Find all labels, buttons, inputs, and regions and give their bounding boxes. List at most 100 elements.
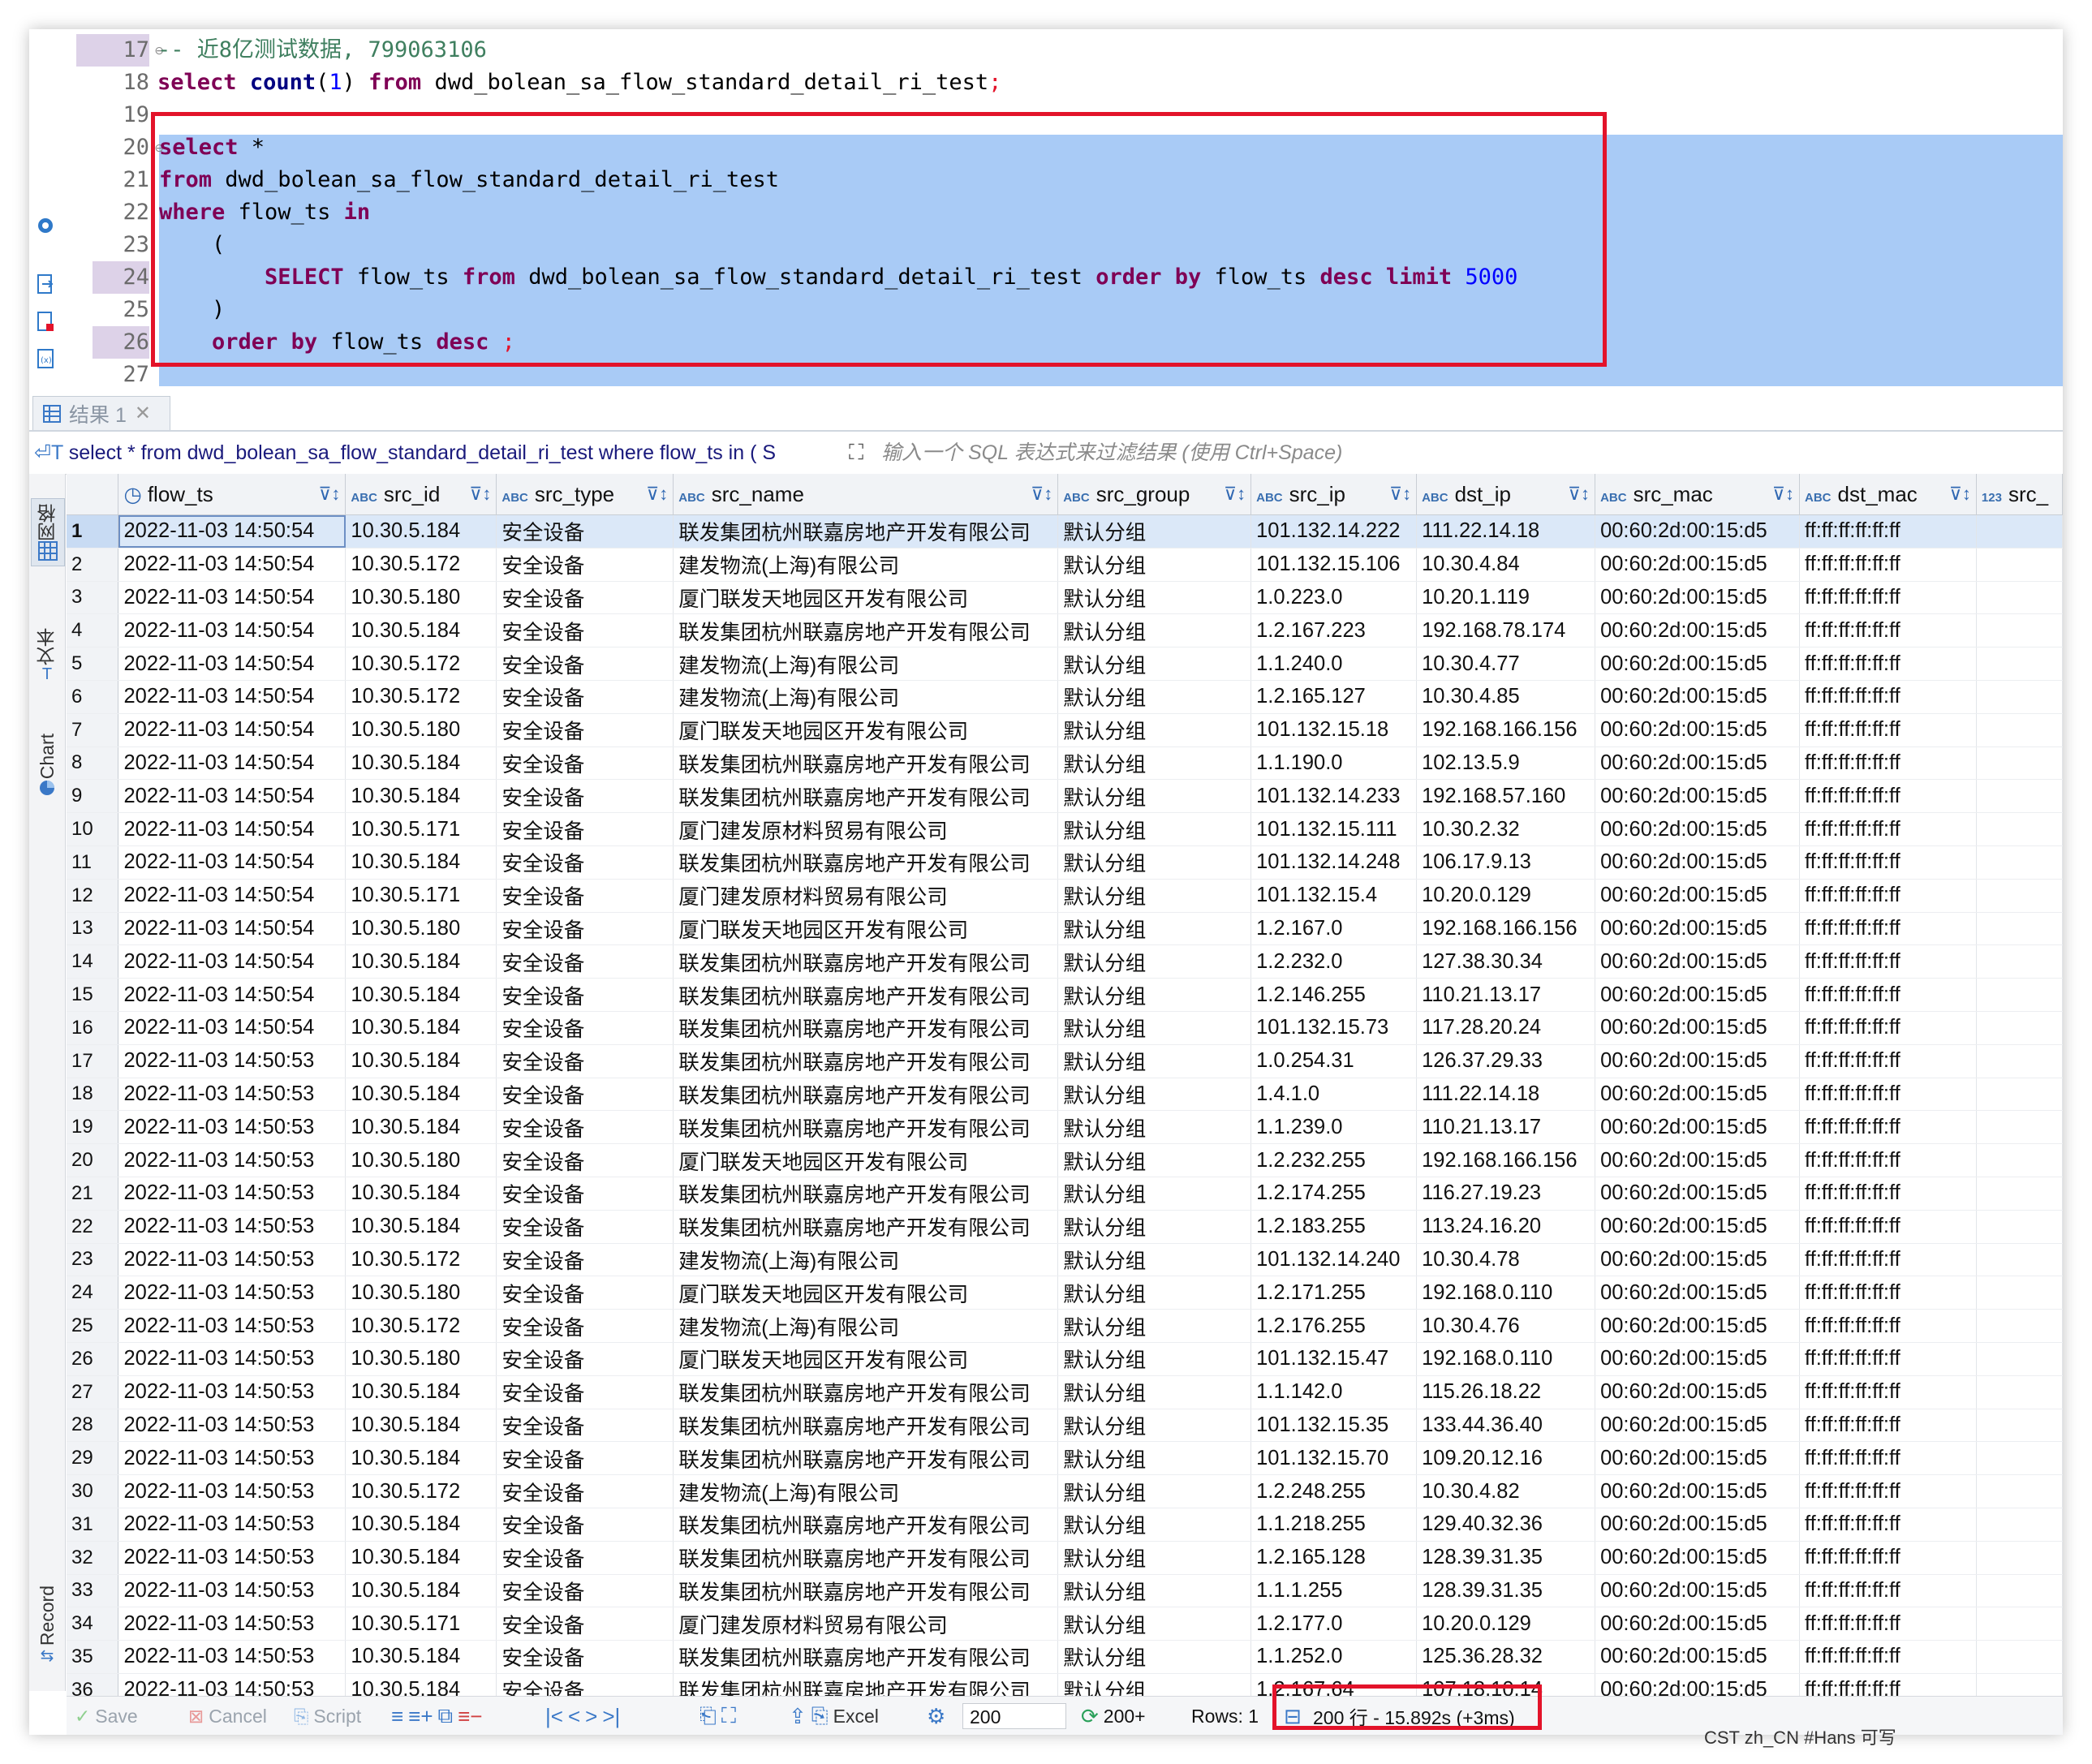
table-cell[interactable]: 10.30.5.184 [345, 1375, 497, 1409]
table-cell[interactable]: 10.30.5.172 [345, 680, 497, 714]
table-cell[interactable]: 安全设备 [496, 912, 674, 946]
table-cell[interactable]: 1.2.248.255 [1250, 1474, 1418, 1508]
table-cell[interactable]: 联发集团杭州联嘉房地产开发有限公司 [673, 746, 1059, 781]
filter-sort-icon[interactable]: ⊽↕ [1224, 484, 1246, 505]
table-row[interactable]: 27 2022-11-03 14:50:53 10.30.5.184 安全设备 联发集团… [67, 1375, 2063, 1409]
row-number[interactable]: 22 [67, 1210, 119, 1244]
row-number[interactable]: 24 [67, 1276, 119, 1310]
table-cell[interactable] [1976, 613, 2063, 648]
tab-grid[interactable]: 网格 [31, 498, 65, 566]
table-cell[interactable]: 10.30.5.184 [345, 978, 497, 1012]
table-row[interactable]: 11 2022-11-03 14:50:54 10.30.5.184 安全设备 联发集团… [67, 845, 2063, 880]
table-row[interactable]: 32 2022-11-03 14:50:53 10.30.5.184 安全设备 联发集团… [67, 1541, 2063, 1575]
tab-text[interactable]: 文本 T [31, 628, 63, 684]
table-cell[interactable]: 00:60:2d:00:15:d5 [1595, 1143, 1801, 1177]
table-cell[interactable]: 2022-11-03 14:50:54 [118, 845, 347, 880]
table-cell[interactable]: 10.30.5.172 [345, 647, 497, 681]
row-number[interactable]: 10 [67, 812, 119, 846]
table-cell[interactable]: 00:60:2d:00:15:d5 [1595, 879, 1801, 913]
column-header-dst_ip[interactable]: ABC dst_ip ⊽↕ [1416, 474, 1596, 515]
row-number[interactable]: 16 [67, 1011, 119, 1045]
table-cell[interactable]: 默认分组 [1057, 1508, 1252, 1542]
table-cell[interactable]: 1.1.1.255 [1250, 1574, 1418, 1608]
row-number[interactable]: 1 [67, 514, 119, 549]
column-header-src_group[interactable]: ABC src_group ⊽↕ [1057, 474, 1252, 515]
table-cell[interactable]: 00:60:2d:00:15:d5 [1595, 1574, 1801, 1608]
table-cell[interactable]: 10.30.5.184 [345, 1508, 497, 1542]
table-cell[interactable]: ff:ff:ff:ff:ff:ff [1799, 1574, 1977, 1608]
table-cell[interactable]: 10.30.5.184 [345, 613, 497, 648]
table-cell[interactable]: ff:ff:ff:ff:ff:ff [1799, 1375, 1977, 1409]
table-cell[interactable]: 10.30.5.184 [345, 1441, 497, 1476]
table-cell[interactable]: 129.40.32.36 [1416, 1508, 1596, 1542]
filter-input[interactable]: 输入一个 SQL 表达式来过滤结果 (使用 Ctrl+Space) [881, 432, 1342, 474]
table-cell[interactable]: 00:60:2d:00:15:d5 [1595, 1177, 1801, 1211]
table-cell[interactable]: 00:60:2d:00:15:d5 [1595, 613, 1801, 648]
table-cell[interactable]: 1.2.174.255 [1250, 1177, 1418, 1211]
table-cell[interactable]: 127.38.30.34 [1416, 944, 1596, 979]
table-cell[interactable]: 101.132.14.248 [1250, 845, 1418, 880]
table-cell[interactable]: 00:60:2d:00:15:d5 [1595, 647, 1801, 681]
table-cell[interactable]: ff:ff:ff:ff:ff:ff [1799, 1508, 1977, 1542]
table-cell[interactable]: 2022-11-03 14:50:54 [118, 581, 347, 615]
link-icon[interactable]: ⎗ [699, 1703, 717, 1729]
table-cell[interactable]: ff:ff:ff:ff:ff:ff [1799, 1044, 1977, 1078]
table-cell[interactable] [1976, 1110, 2063, 1145]
row-number[interactable]: 6 [67, 680, 119, 714]
table-cell[interactable]: 默认分组 [1057, 746, 1252, 781]
table-cell[interactable]: 1.1.239.0 [1250, 1110, 1418, 1145]
table-cell[interactable]: 2022-11-03 14:50:53 [118, 1210, 347, 1244]
table-cell[interactable]: 联发集团杭州联嘉房地产开发有限公司 [673, 1574, 1059, 1608]
table-cell[interactable]: 00:60:2d:00:15:d5 [1595, 1011, 1801, 1045]
table-cell[interactable] [1976, 1078, 2063, 1112]
table-cell[interactable]: 安全设备 [496, 548, 674, 582]
table-row[interactable]: 19 2022-11-03 14:50:53 10.30.5.184 安全设备 联发集团… [67, 1110, 2063, 1145]
row-number[interactable]: 34 [67, 1607, 119, 1641]
table-cell[interactable] [1976, 1375, 2063, 1409]
table-cell[interactable]: 00:60:2d:00:15:d5 [1595, 779, 1801, 814]
table-cell[interactable]: 101.132.15.70 [1250, 1441, 1418, 1476]
table-cell[interactable]: 101.132.15.35 [1250, 1409, 1418, 1443]
row-number[interactable]: 27 [67, 1375, 119, 1409]
table-cell[interactable]: 1.0.254.31 [1250, 1044, 1418, 1078]
table-cell[interactable]: 192.168.166.156 [1416, 912, 1596, 946]
table-cell[interactable]: 2022-11-03 14:50:53 [118, 1044, 347, 1078]
settings-button[interactable]: ⚙ [927, 1697, 945, 1735]
table-cell[interactable]: 1.2.146.255 [1250, 978, 1418, 1012]
table-cell[interactable] [1976, 1441, 2063, 1476]
table-cell[interactable]: 101.132.15.47 [1250, 1342, 1418, 1376]
first-page-icon[interactable]: |< [545, 1704, 563, 1729]
table-cell[interactable]: 2022-11-03 14:50:53 [118, 1276, 347, 1310]
table-cell[interactable]: 1.1.142.0 [1250, 1375, 1418, 1409]
table-cell[interactable]: 2022-11-03 14:50:54 [118, 978, 347, 1012]
table-cell[interactable]: ff:ff:ff:ff:ff:ff [1799, 613, 1977, 648]
table-cell[interactable]: 00:60:2d:00:15:d5 [1595, 1375, 1801, 1409]
table-row[interactable]: 24 2022-11-03 14:50:53 10.30.5.180 安全设备 厦门联发… [67, 1276, 2063, 1310]
row-number[interactable]: 9 [67, 779, 119, 814]
table-row[interactable]: 22 2022-11-03 14:50:53 10.30.5.184 安全设备 联发集团… [67, 1210, 2063, 1244]
filter-query-text[interactable]: ⏎T select * from dwd_bolean_sa_flow_stan… [34, 432, 846, 474]
table-cell[interactable] [1976, 746, 2063, 781]
table-cell[interactable]: 00:60:2d:00:15:d5 [1595, 680, 1801, 714]
table-row[interactable]: 18 2022-11-03 14:50:53 10.30.5.184 安全设备 联发集团… [67, 1078, 2063, 1112]
row-number[interactable]: 4 [67, 613, 119, 648]
table-cell[interactable]: 厦门联发天地园区开发有限公司 [673, 1143, 1059, 1177]
table-cell[interactable]: 10.30.5.184 [345, 746, 497, 781]
table-cell[interactable]: 联发集团杭州联嘉房地产开发有限公司 [673, 1409, 1059, 1443]
table-cell[interactable]: 默认分组 [1057, 680, 1252, 714]
table-cell[interactable]: 101.132.14.233 [1250, 779, 1418, 814]
table-cell[interactable]: 默认分组 [1057, 879, 1252, 913]
row-number[interactable]: 32 [67, 1541, 119, 1575]
table-cell[interactable] [1976, 812, 2063, 846]
table-cell[interactable]: 安全设备 [496, 1574, 674, 1608]
table-row[interactable]: 13 2022-11-03 14:50:54 10.30.5.180 安全设备 厦门联发… [67, 912, 2063, 946]
prev-page-icon[interactable]: < [568, 1704, 580, 1729]
table-cell[interactable]: 默认分组 [1057, 581, 1252, 615]
table-cell[interactable]: ff:ff:ff:ff:ff:ff [1799, 812, 1977, 846]
table-cell[interactable]: ff:ff:ff:ff:ff:ff [1799, 944, 1977, 979]
table-cell[interactable]: 2022-11-03 14:50:53 [118, 1441, 347, 1476]
table-cell[interactable]: 联发集团杭州联嘉房地产开发有限公司 [673, 613, 1059, 648]
table-cell[interactable]: 00:60:2d:00:15:d5 [1595, 1607, 1801, 1641]
table-cell[interactable]: 默认分组 [1057, 1276, 1252, 1310]
table-cell[interactable]: 默认分组 [1057, 944, 1252, 979]
